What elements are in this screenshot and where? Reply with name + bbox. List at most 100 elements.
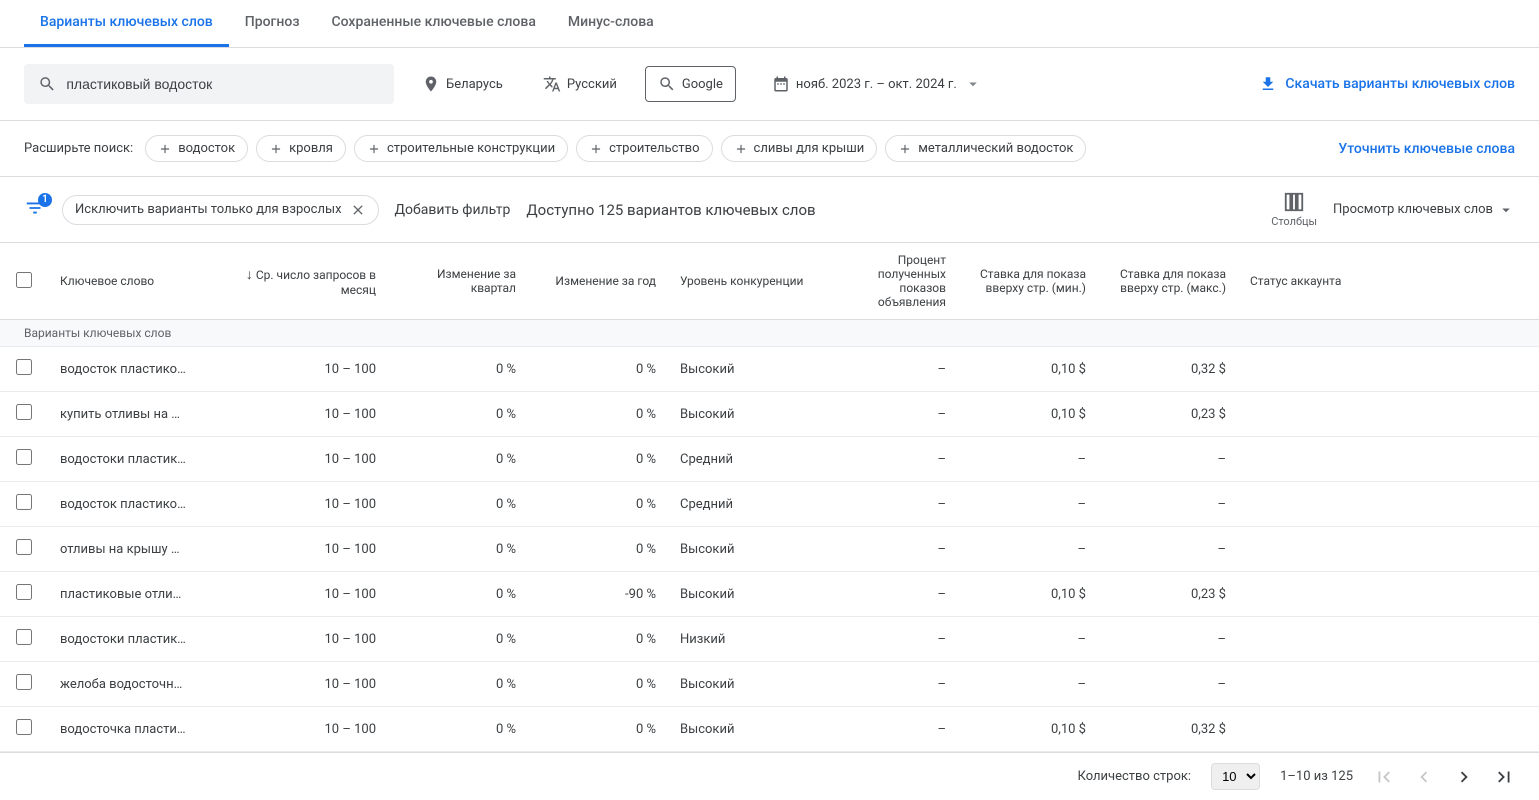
first-page-icon <box>1373 766 1395 788</box>
cell-volume: 10 – 100 <box>198 527 388 572</box>
view-selector[interactable]: Просмотр ключевых слов <box>1333 201 1515 219</box>
download-label: Скачать варианты ключевых слов <box>1285 76 1515 92</box>
header-bid-min[interactable]: Ставка для показа вверху стр. (мин.) <box>958 243 1098 320</box>
cell-bid-min: – <box>958 437 1098 482</box>
last-page-button[interactable] <box>1493 766 1515 788</box>
cell-bid-min: – <box>958 617 1098 662</box>
filter-row: 1 Исключить варианты только для взрослых… <box>0 177 1539 243</box>
broaden-chip[interactable]: сливы для крыши <box>721 135 878 162</box>
table-row: купить отливы на кр…10 – 1000 %0 %Высоки… <box>0 392 1539 437</box>
header-bid-max[interactable]: Ставка для показа вверху стр. (макс.) <box>1098 243 1238 320</box>
cell-bid-max: 0,32 $ <box>1098 707 1238 752</box>
broaden-chip[interactable]: строительные конструкции <box>354 135 568 162</box>
add-filter-button[interactable]: Добавить фильтр <box>395 202 511 218</box>
rows-per-page-select[interactable]: 10 <box>1211 763 1260 790</box>
cell-keyword[interactable]: водосток пластиков… <box>48 482 198 527</box>
broaden-chip[interactable]: кровля <box>256 135 346 162</box>
cell-bid-min: 0,10 $ <box>958 707 1098 752</box>
close-icon[interactable] <box>350 202 366 218</box>
cell-keyword[interactable]: водостоки пластико… <box>48 437 198 482</box>
tab[interactable]: Сохраненные ключевые слова <box>315 0 551 47</box>
search-input-wrapper[interactable] <box>24 64 394 104</box>
cell-competition: Средний <box>668 482 818 527</box>
search-row: Беларусь Русский Google нояб. 2023 г. – … <box>0 48 1539 121</box>
cell-keyword[interactable]: водосток пластиков… <box>48 347 198 392</box>
chip-label: кровля <box>289 141 333 156</box>
date-range-label: нояб. 2023 г. – окт. 2024 г. <box>796 77 957 92</box>
cell-keyword[interactable]: отливы на крышу пл… <box>48 527 198 572</box>
cell-status <box>1238 707 1539 752</box>
network-selector[interactable]: Google <box>645 66 736 102</box>
cell-impression: – <box>818 347 958 392</box>
table-row: пластиковые отлив…10 – 1000 %-90 %Высоки… <box>0 572 1539 617</box>
plus-icon <box>589 142 603 156</box>
cell-keyword[interactable]: водостоки пластико… <box>48 617 198 662</box>
chevron-left-icon <box>1413 766 1435 788</box>
table-row: водосточка пластик…10 – 1000 %0 %Высокий… <box>0 707 1539 752</box>
select-all-checkbox[interactable] <box>16 272 32 288</box>
cell-status <box>1238 572 1539 617</box>
header-competition[interactable]: Уровень конкуренции <box>668 243 818 320</box>
cell-year: 0 % <box>528 437 668 482</box>
row-checkbox[interactable] <box>16 494 32 510</box>
language-selector[interactable]: Русский <box>531 67 629 101</box>
tab[interactable]: Минус-слова <box>552 0 670 47</box>
prev-page-button[interactable] <box>1413 766 1435 788</box>
row-checkbox[interactable] <box>16 539 32 555</box>
cell-status <box>1238 662 1539 707</box>
columns-icon <box>1283 191 1305 213</box>
cell-keyword[interactable]: желоба водосточны… <box>48 662 198 707</box>
view-label: Просмотр ключевых слов <box>1333 202 1493 217</box>
header-year[interactable]: Изменение за год <box>528 243 668 320</box>
language-label: Русский <box>567 77 617 92</box>
row-checkbox[interactable] <box>16 584 32 600</box>
cell-volume: 10 – 100 <box>198 437 388 482</box>
cell-quarter: 0 % <box>388 437 528 482</box>
cell-status <box>1238 347 1539 392</box>
cell-keyword[interactable]: купить отливы на кр… <box>48 392 198 437</box>
columns-button[interactable]: Столбцы <box>1271 191 1317 228</box>
header-account-status[interactable]: Статус аккаунта <box>1238 243 1539 320</box>
header-volume[interactable]: ↓Ср. число запросов в месяц <box>198 243 388 320</box>
tab[interactable]: Прогноз <box>229 0 316 47</box>
table-header-row: Ключевое слово ↓Ср. число запросов в мес… <box>0 243 1539 320</box>
broaden-label: Расширьте поиск: <box>24 141 133 156</box>
cell-bid-max: – <box>1098 527 1238 572</box>
applied-filter-chip[interactable]: Исключить варианты только для взрослых <box>62 195 379 225</box>
header-impression-share[interactable]: Процент полученных показов объявления <box>818 243 958 320</box>
rows-per-page-label: Количество строк: <box>1078 769 1192 784</box>
refine-link[interactable]: Уточнить ключевые слова <box>1338 141 1515 157</box>
broaden-chip[interactable]: строительство <box>576 135 712 162</box>
tab[interactable]: Варианты ключевых слов <box>24 0 229 47</box>
row-checkbox[interactable] <box>16 674 32 690</box>
date-range-selector[interactable]: нояб. 2023 г. – окт. 2024 г. <box>760 67 995 101</box>
location-icon <box>422 75 440 93</box>
row-checkbox[interactable] <box>16 719 32 735</box>
calendar-icon <box>772 75 790 93</box>
row-checkbox[interactable] <box>16 449 32 465</box>
row-checkbox[interactable] <box>16 404 32 420</box>
cell-bid-max: 0,23 $ <box>1098 392 1238 437</box>
cell-keyword[interactable]: водосточка пластик… <box>48 707 198 752</box>
row-checkbox[interactable] <box>16 629 32 645</box>
row-checkbox[interactable] <box>16 359 32 375</box>
location-selector[interactable]: Беларусь <box>410 67 515 101</box>
cell-year: 0 % <box>528 482 668 527</box>
header-quarter[interactable]: Изменение за квартал <box>388 243 528 320</box>
keyword-search-input[interactable] <box>66 76 380 92</box>
first-page-button[interactable] <box>1373 766 1395 788</box>
filter-button[interactable]: 1 <box>24 197 46 223</box>
next-page-button[interactable] <box>1453 766 1475 788</box>
cell-year: 0 % <box>528 527 668 572</box>
chevron-right-icon <box>1453 766 1475 788</box>
network-label: Google <box>682 77 723 92</box>
cell-quarter: 0 % <box>388 392 528 437</box>
cell-status <box>1238 437 1539 482</box>
broaden-chip[interactable]: металлический водосток <box>885 135 1086 162</box>
download-button[interactable]: Скачать варианты ключевых слов <box>1259 75 1515 93</box>
chip-label: сливы для крыши <box>754 141 865 156</box>
broaden-chip[interactable]: водосток <box>145 135 248 162</box>
cell-keyword[interactable]: пластиковые отлив… <box>48 572 198 617</box>
cell-bid-min: – <box>958 527 1098 572</box>
header-keyword[interactable]: Ключевое слово <box>48 243 198 320</box>
